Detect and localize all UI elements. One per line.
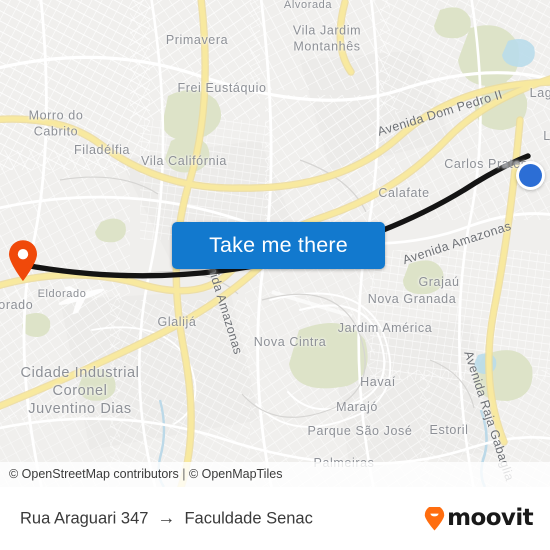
attribution-separator: | [182,467,186,481]
origin-marker[interactable] [8,240,38,282]
destination-marker-dot [519,164,542,187]
arrow-right-icon: → [157,507,176,528]
destination-marker[interactable] [516,161,545,190]
moovit-wordmark: moovit [447,505,533,531]
map-canvas[interactable]: Alvorada Primavera Vila Jardim Montanhês Fr… [0,0,550,487]
trip-summary: Rua Araguari 347 → Faculdade Senac [20,509,313,528]
take-me-there-button[interactable]: Take me there [172,222,385,269]
moovit-trip-map-card: Alvorada Primavera Vila Jardim Montanhês Fr… [0,0,550,550]
map-pin-icon [9,240,37,281]
attribution-tiles[interactable]: © OpenMapTiles [189,467,283,481]
trip-destination-label: Faculdade Senac [184,509,313,527]
attribution-osm[interactable]: © OpenStreetMap contributors [9,467,179,481]
moovit-logo[interactable]: moovit [424,504,534,531]
footer-bar: Rua Araguari 347 → Faculdade Senac moovi… [0,487,550,550]
map-attribution: © OpenStreetMap contributors | © OpenMap… [0,462,550,487]
moovit-pin-icon [424,504,445,531]
trip-origin-label: Rua Araguari 347 [20,509,149,527]
